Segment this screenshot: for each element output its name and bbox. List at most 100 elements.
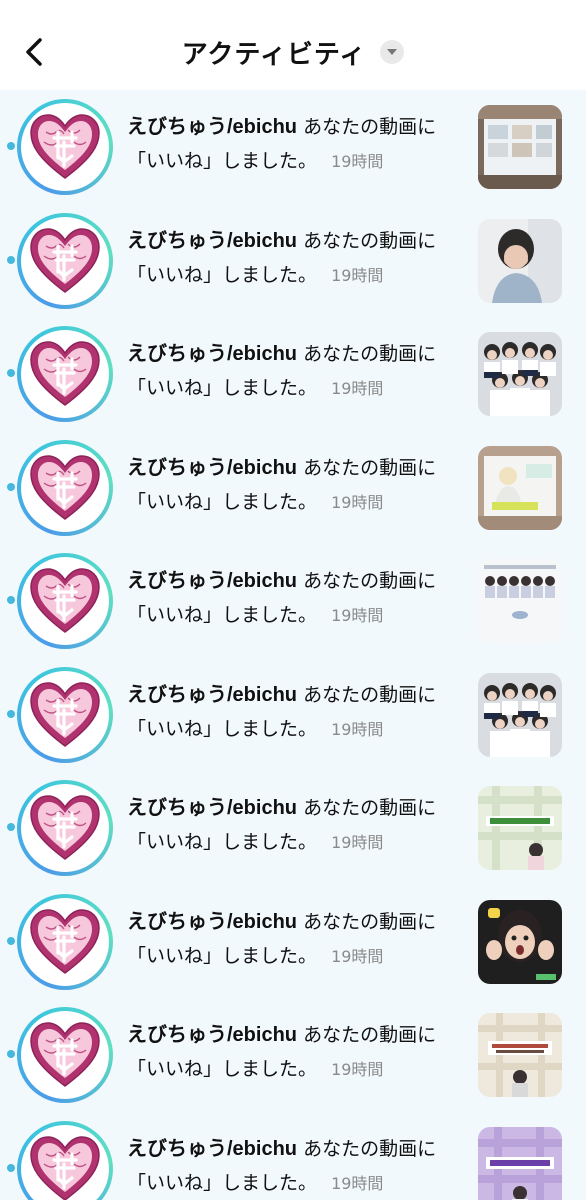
user-avatar[interactable] [17,666,113,763]
video-thumbnail[interactable] [478,672,562,757]
video-thumbnail[interactable] [478,105,562,189]
username-link[interactable]: えびちゅう/ebichu [127,1138,297,1160]
unread-indicator-dot [7,1163,15,1172]
notification-row[interactable]: えびちゅう/ebichu あなたの動画に 「いいね」しました。 19時間 [0,317,586,431]
message-line2: 「いいね」しました。 [127,377,318,399]
notification-text: えびちゅう/ebichu あなたの動画に 「いいね」しました。 19時間 [127,1018,467,1087]
user-avatar[interactable] [17,212,113,309]
video-thumbnail-image [478,899,562,984]
video-thumbnail-image [478,559,562,643]
video-thumbnail-image [478,1126,562,1200]
avatar-image [21,784,109,872]
avatar-image [21,897,109,986]
notification-row[interactable]: えびちゅう/ebichu あなたの動画に 「いいね」しました。 19時間 [0,431,586,545]
username-link[interactable]: えびちゅう/ebichu [127,116,297,138]
page-title: アクティビティ [181,39,367,70]
video-thumbnail-image [478,445,562,530]
unread-indicator-dot [7,823,15,831]
heart-logo-icon [30,227,100,293]
notification-row[interactable]: えびちゅう/ebichu あなたの動画に 「いいね」しました。 19時間 [0,998,586,1112]
video-thumbnail[interactable] [478,218,562,303]
timestamp: 19時間 [331,833,384,852]
activity-list[interactable]: えびちゅう/ebichu あなたの動画に 「いいね」しました。 19時間 えびち… [0,90,586,1200]
notification-row[interactable]: えびちゅう/ebichu あなたの動画に 「いいね」しました。 19時間 [0,90,586,204]
user-avatar[interactable] [17,553,113,649]
notification-row[interactable]: えびちゅう/ebichu あなたの動画に 「いいね」しました。 19時間 [0,771,586,885]
message-line2: 「いいね」しました。 [127,1058,318,1080]
heart-logo-icon [30,795,100,860]
message-line2: 「いいね」しました。 [127,150,318,172]
heart-logo-icon [30,114,100,179]
heart-logo-icon [30,568,100,633]
unread-indicator-dot [7,709,15,718]
activity-filter-dropdown[interactable] [380,40,405,64]
video-thumbnail[interactable] [478,786,562,870]
username-link[interactable]: えびちゅう/ebichu [127,797,297,819]
timestamp: 19時間 [331,492,384,512]
notification-text: えびちゅう/ebichu あなたの動画に 「いいね」しました。 19時間 [127,564,467,633]
video-thumbnail[interactable] [478,332,562,416]
unread-indicator-dot [7,936,15,945]
heart-logo-icon [30,454,100,520]
user-avatar[interactable] [17,1120,113,1200]
message-line2: 「いいね」しました。 [127,490,318,513]
title-group: アクティビティ [0,30,586,74]
notification-text: えびちゅう/ebichu あなたの動画に 「いいね」しました。 19時間 [127,678,467,747]
message-line1: あなたの動画に [303,1137,437,1160]
notification-row[interactable]: えびちゅう/ebichu あなたの動画に 「いいね」しました。 19時間 [0,885,586,999]
video-thumbnail[interactable] [478,899,562,984]
avatar-image [21,670,109,759]
message-line2: 「いいね」しました。 [127,717,318,740]
notification-row[interactable]: えびちゅう/ebichu あなたの動画に 「いいね」しました。 19時間 [0,1112,586,1200]
unread-indicator-dot [7,1050,15,1058]
video-thumbnail[interactable] [478,1013,562,1097]
username-link[interactable]: えびちゅう/ebichu [127,911,297,933]
video-thumbnail[interactable] [478,445,562,530]
username-link[interactable]: えびちゅう/ebichu [127,343,297,365]
message-line2: 「いいね」しました。 [127,263,318,286]
message-line2: 「いいね」しました。 [127,604,318,626]
username-link[interactable]: えびちゅう/ebichu [127,457,297,479]
message-line1: あなたの動画に [303,343,437,365]
user-avatar[interactable] [17,1007,113,1103]
message-line1: あなたの動画に [303,910,437,933]
video-thumbnail-image [478,105,562,189]
username-link[interactable]: えびちゅう/ebichu [127,1024,297,1046]
username-link[interactable]: えびちゅう/ebichu [127,230,297,252]
unread-indicator-dot [7,369,15,377]
message-line1: あなたの動画に [303,797,437,819]
user-avatar[interactable] [17,99,113,195]
avatar-image [21,103,109,191]
caret-down-icon [387,49,398,55]
timestamp: 19時間 [331,379,384,398]
notification-text: えびちゅう/ebichu あなたの動画に 「いいね」しました。 19時間 [127,110,467,179]
message-line2: 「いいね」しました。 [127,831,318,853]
message-line1: あなたの動画に [303,456,437,479]
user-avatar[interactable] [17,780,113,876]
message-line2: 「いいね」しました。 [127,944,318,967]
heart-logo-icon [30,1022,100,1087]
username-link[interactable]: えびちゅう/ebichu [127,684,297,706]
message-line1: あなたの動画に [303,570,437,592]
notification-row[interactable]: えびちゅう/ebichu あなたの動画に 「いいね」しました。 19時間 [0,658,586,772]
heart-logo-icon [30,1135,100,1200]
notification-row[interactable]: えびちゅう/ebichu あなたの動画に 「いいね」しました。 19時間 [0,204,586,318]
notification-row[interactable]: えびちゅう/ebichu あなたの動画に 「いいね」しました。 19時間 [0,544,586,658]
user-avatar[interactable] [17,893,113,990]
user-avatar[interactable] [17,326,113,422]
video-thumbnail[interactable] [478,1126,562,1200]
user-avatar[interactable] [17,439,113,536]
video-thumbnail-image [478,672,562,757]
notification-text: えびちゅう/ebichu あなたの動画に 「いいね」しました。 19時間 [127,224,467,293]
unread-indicator-dot [7,596,15,604]
heart-logo-icon [30,341,100,406]
video-thumbnail[interactable] [478,559,562,643]
notification-text: えびちゅう/ebichu あなたの動画に 「いいね」しました。 19時間 [127,337,467,406]
timestamp: 19時間 [331,1060,384,1079]
unread-indicator-dot [7,255,15,264]
notification-text: えびちゅう/ebichu あなたの動画に 「いいね」しました。 19時間 [127,1132,467,1200]
timestamp: 19時間 [331,946,384,966]
heart-logo-icon [30,681,100,747]
username-link[interactable]: えびちゅう/ebichu [127,570,297,592]
avatar-image [21,443,109,532]
